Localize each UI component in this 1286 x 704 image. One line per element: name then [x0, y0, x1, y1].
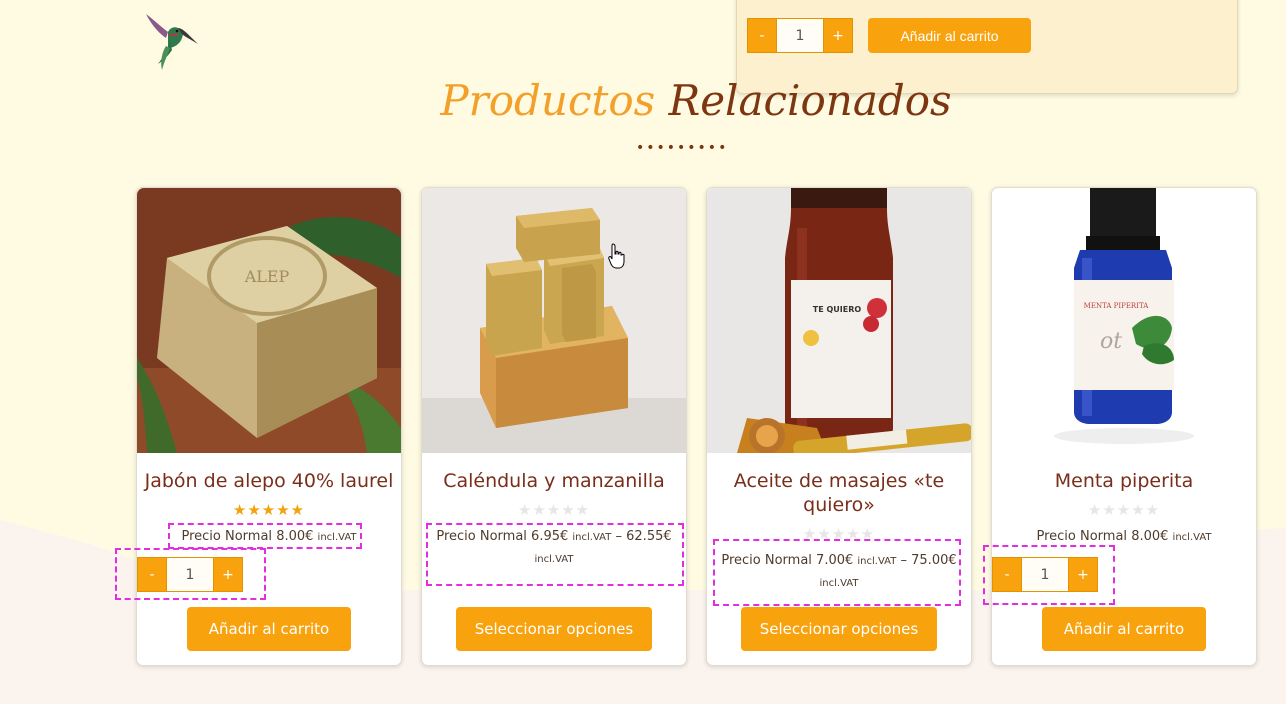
- product-title[interactable]: Menta piperita: [996, 469, 1252, 493]
- price-separator: –: [615, 529, 623, 544]
- product-card: Caléndula y manzanilla ★★★★★ Precio Norm…: [421, 187, 687, 666]
- price-label: Precio Normal: [181, 529, 273, 544]
- svg-text:ALEP: ALEP: [244, 267, 290, 286]
- product-price: Precio Normal 8.00€ incl.VAT: [998, 526, 1250, 548]
- qty-increase-button[interactable]: +: [1068, 557, 1098, 592]
- quantity-stepper: - 1 +: [137, 557, 243, 592]
- vat-label: incl.VAT: [534, 554, 574, 565]
- product-price: Precio Normal 7.00€ incl.VAT – 75.00€ in…: [713, 550, 965, 594]
- vat-label: incl.VAT: [317, 532, 357, 543]
- qty-decrease-button[interactable]: -: [137, 557, 167, 592]
- title-part-2: Relacionados: [668, 76, 952, 125]
- price-max: 75.00€: [911, 553, 957, 568]
- vat-label: incl.VAT: [819, 578, 859, 589]
- qty-decrease-button[interactable]: -: [747, 18, 777, 53]
- vat-label: incl.VAT: [572, 532, 612, 543]
- qty-input[interactable]: 1: [777, 18, 823, 53]
- star-rating: ★★★★★: [1087, 501, 1161, 519]
- price-min: 6.95€: [531, 529, 569, 544]
- select-options-button[interactable]: Seleccionar opciones: [456, 607, 652, 651]
- hand-cursor-icon: [608, 243, 625, 269]
- price-label: Precio Normal: [1036, 529, 1128, 544]
- top-add-to-cart-button[interactable]: Añadir al carrito: [868, 18, 1031, 53]
- price-max: 62.55€: [626, 529, 672, 544]
- product-card: ALEP Jabón de alepo 40% laurel ★★★★★ Pre…: [136, 187, 402, 666]
- hummingbird-logo[interactable]: [140, 8, 200, 72]
- price-label: Precio Normal: [436, 529, 527, 544]
- bottle-label-text: TE QUIERO: [813, 305, 862, 314]
- star-rating: ★★★★★: [232, 501, 306, 519]
- price-separator: –: [900, 553, 908, 568]
- vat-label: incl.VAT: [1172, 532, 1212, 543]
- product-price: Precio Normal 6.95€ incl.VAT – 62.55€ in…: [428, 526, 680, 570]
- qty-decrease-button[interactable]: -: [992, 557, 1022, 592]
- product-title[interactable]: Caléndula y manzanilla: [426, 469, 682, 493]
- top-quantity-stepper: - 1 +: [747, 18, 853, 53]
- quantity-stepper: - 1 +: [992, 557, 1098, 592]
- qty-increase-button[interactable]: +: [213, 557, 243, 592]
- product-image[interactable]: TE QUIERO: [707, 188, 971, 453]
- product-image[interactable]: [422, 188, 686, 453]
- product-card: MENTA PIPERITA ot Menta piperita ★★★★★ P…: [991, 187, 1257, 666]
- product-image[interactable]: MENTA PIPERITA ot: [992, 188, 1256, 453]
- price-min: 7.00€: [816, 553, 854, 568]
- svg-text:ot: ot: [1100, 329, 1122, 354]
- star-rating: ★★★★★: [802, 525, 876, 543]
- select-options-button[interactable]: Seleccionar opciones: [741, 607, 937, 651]
- qty-input[interactable]: 1: [1022, 557, 1068, 592]
- related-products-title: Productos Relacionados: [0, 76, 1286, 125]
- product-card: TE QUIERO Aceite de masajes «te quiero» …: [706, 187, 972, 666]
- title-part-1: Productos: [440, 76, 656, 125]
- bottle-label-text: MENTA PIPERITA: [1084, 302, 1150, 310]
- product-price: Precio Normal 8.00€ incl.VAT: [143, 526, 395, 548]
- price-value: 8.00€: [276, 529, 314, 544]
- product-image[interactable]: ALEP: [137, 188, 401, 453]
- add-to-cart-button[interactable]: Añadir al carrito: [187, 607, 351, 651]
- star-rating: ★★★★★: [517, 501, 591, 519]
- product-title[interactable]: Aceite de masajes «te quiero»: [711, 469, 967, 517]
- product-title[interactable]: Jabón de alepo 40% laurel: [141, 469, 397, 493]
- title-divider: •••••••••: [636, 140, 729, 156]
- qty-input[interactable]: 1: [167, 557, 213, 592]
- price-value: 8.00€: [1131, 529, 1169, 544]
- price-label: Precio Normal: [721, 553, 812, 568]
- qty-increase-button[interactable]: +: [823, 18, 853, 53]
- add-to-cart-button[interactable]: Añadir al carrito: [1042, 607, 1206, 651]
- vat-label: incl.VAT: [857, 556, 897, 567]
